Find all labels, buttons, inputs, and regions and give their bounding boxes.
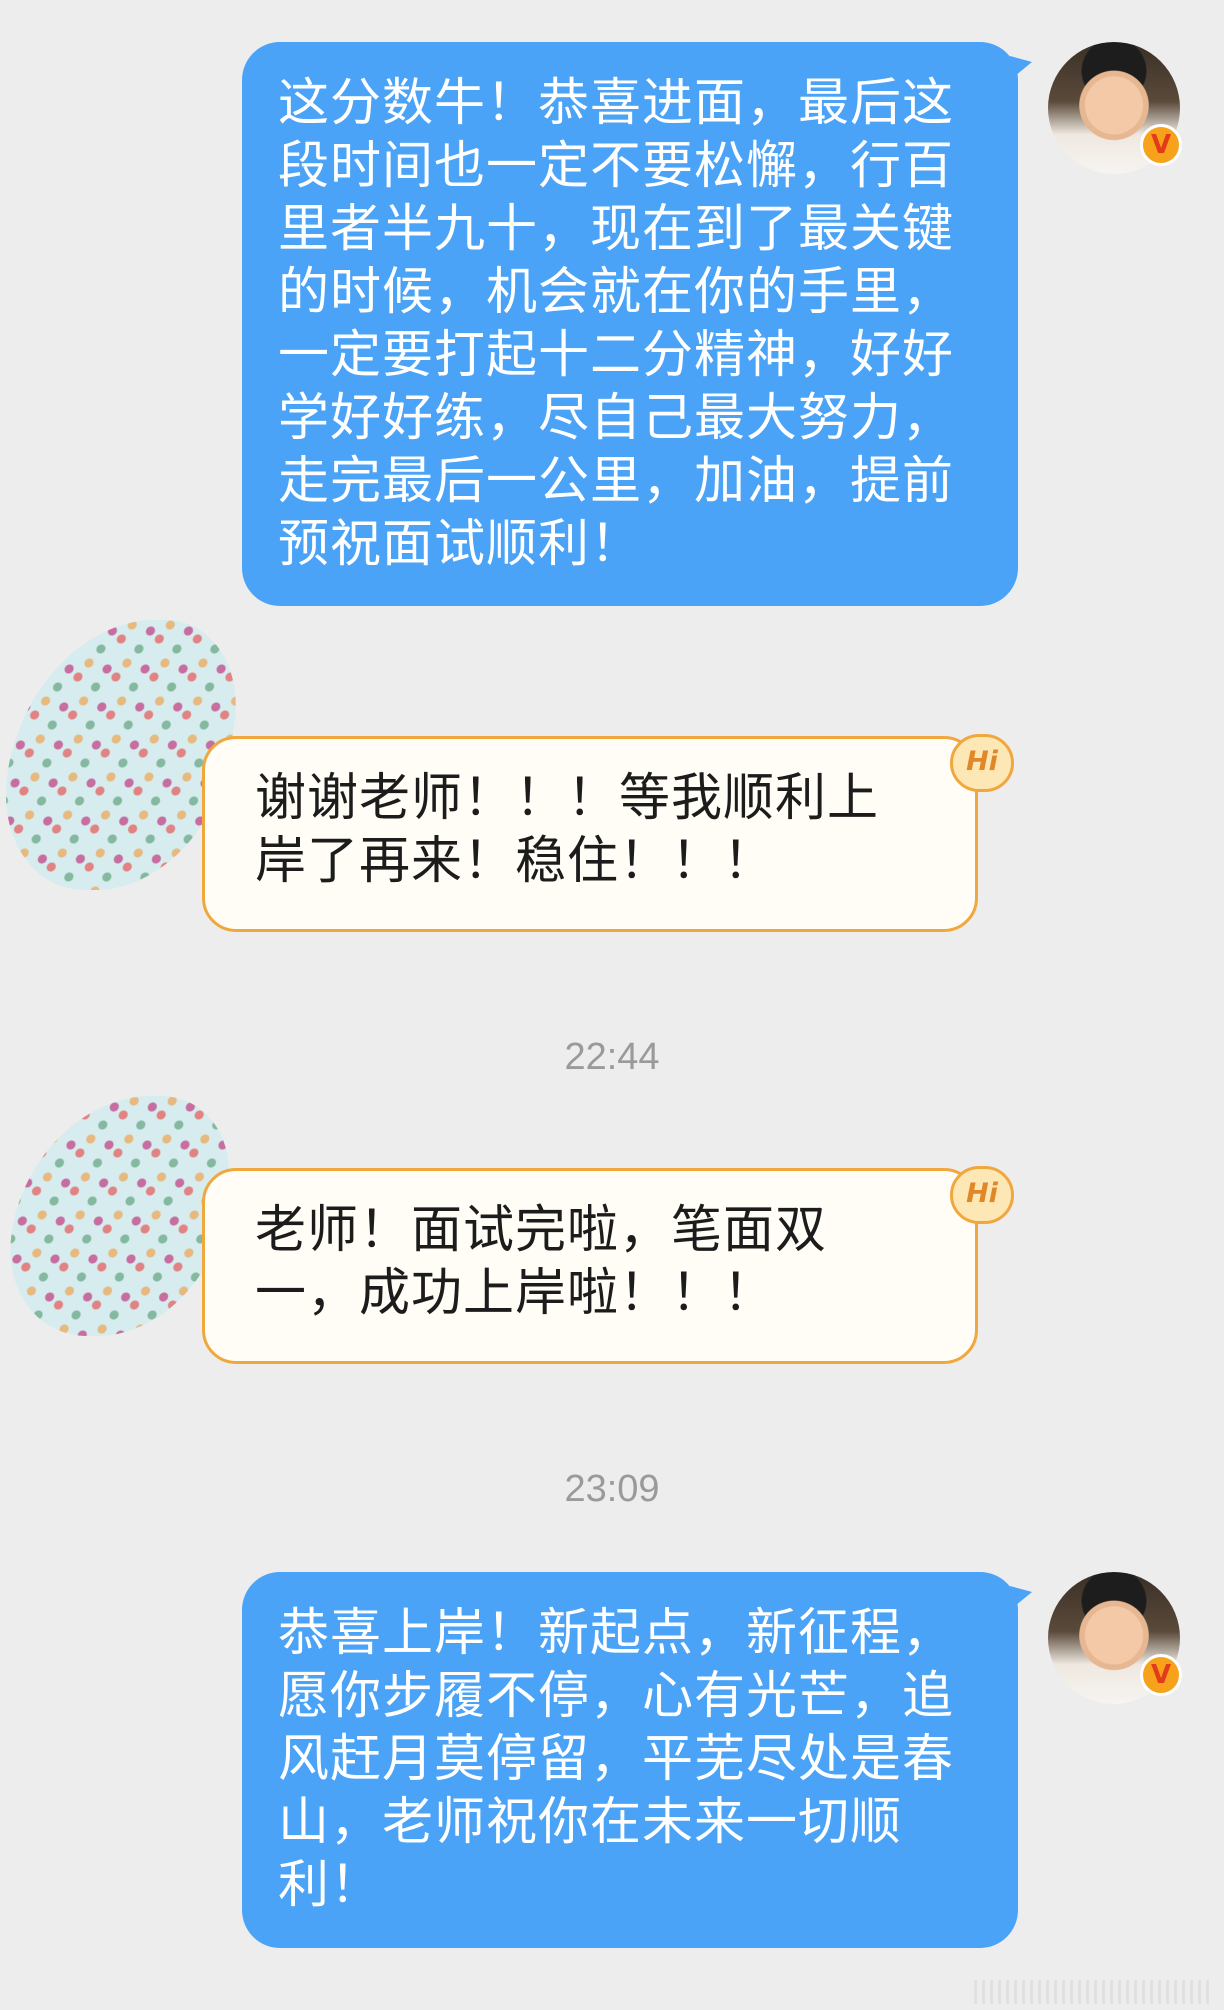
message-line: 学好好练，尽自己最大努力， <box>278 389 955 448</box>
message-timestamp: 23:09 <box>564 1468 660 1510</box>
message-line: 一，成功上岸啦！！！ <box>255 1264 776 1323</box>
sender-avatar[interactable]: V <box>1048 42 1182 174</box>
message-line: 风赶月莫停留，平芜尽处是春 <box>278 1730 955 1789</box>
message-line: 预祝面试顺利！ <box>278 515 643 574</box>
verified-badge-icon: V <box>1140 124 1182 166</box>
message-line: 谢谢老师！！！等我顺利上 <box>255 769 880 828</box>
message-line: 里者半九十，现在到了最关键 <box>278 200 955 259</box>
message-line: 一定要打起十二分精神，好好 <box>278 326 955 385</box>
watermark-strip <box>974 1980 1214 2004</box>
message-line: 的时候，机会就在你的手里， <box>278 263 955 322</box>
hi-bubble-icon: Hi <box>950 1166 1014 1224</box>
message-timestamp: 22:44 <box>564 1036 660 1078</box>
incoming-bubble[interactable]: 谢谢老师！！！等我顺利上 岸了再来！稳住！！！ <box>202 736 978 932</box>
message-line: 恭喜上岸！新起点，新征程， <box>278 1604 955 1663</box>
message-line: 这分数牛！恭喜进面，最后这 <box>278 74 955 133</box>
message-line: 山，老师祝你在未来一切顺 <box>278 1793 903 1852</box>
message-line: 走完最后一公里，加油，提前 <box>278 452 955 511</box>
verified-badge-icon: V <box>1140 1654 1182 1696</box>
hi-bubble-icon: Hi <box>950 734 1014 792</box>
outgoing-bubble[interactable]: 恭喜上岸！新起点，新征程， 愿你步履不停，心有光芒，追 风赶月莫停留，平芜尽处是… <box>242 1572 1032 1948</box>
incoming-bubble[interactable]: 老师！面试完啦，笔面双 一，成功上岸啦！！！ <box>202 1168 978 1364</box>
outgoing-bubble[interactable]: 这分数牛！恭喜进面，最后这 段时间也一定不要松懈，行百 里者半九十，现在到了最关… <box>242 42 1032 606</box>
message-line: 愿你步履不停，心有光芒，追 <box>278 1667 955 1726</box>
message-line: 岸了再来！稳住！！！ <box>255 832 776 891</box>
sender-avatar[interactable]: V <box>1048 1572 1182 1704</box>
message-line: 老师！面试完啦，笔面双 <box>255 1201 828 1260</box>
message-line: 利！ <box>278 1856 383 1915</box>
message-line: 段时间也一定不要松懈，行百 <box>278 137 955 196</box>
